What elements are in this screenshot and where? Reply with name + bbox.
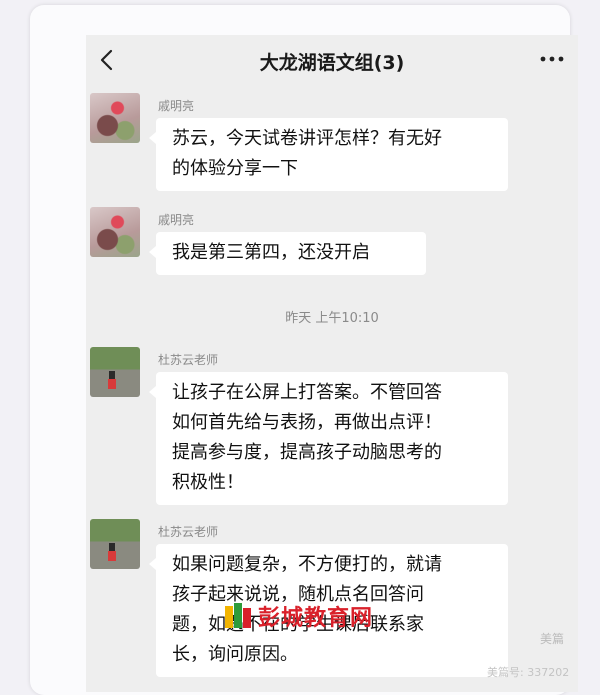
message-text: 提高参与度，提高孩子动脑思考的 [172, 442, 442, 463]
chat-header: 大龙湖语文组(3) [86, 35, 578, 87]
side-watermark: 美篇 [540, 632, 565, 646]
avatar[interactable] [90, 207, 140, 257]
watermark-text: 彭城教育网 [258, 606, 374, 631]
sender-name: 杜苏云老师 [158, 525, 219, 539]
message-text: 如何首先给与表扬，再做出点评！ [172, 412, 442, 433]
avatar[interactable] [90, 93, 140, 143]
watermark: 彭城教育网 [222, 598, 373, 634]
message-bubble[interactable]: 让孩子在公屏上打答案。不管回答 如何首先给与表扬，再做出点评！ 提高参与度，提高… [149, 372, 508, 505]
chat-title: 大龙湖语文组(3) [259, 52, 405, 74]
sender-name: 戚明亮 [158, 99, 195, 113]
chat-screen: 大龙湖语文组(3) 戚明亮 苏云，今天试卷讲评怎样？有无好 的体验分享一下 戚明… [86, 35, 578, 692]
message-text: 积极性！ [172, 472, 244, 493]
phone-frame: 大龙湖语文组(3) 戚明亮 苏云，今天试卷讲评怎样？有无好 的体验分享一下 戚明… [30, 5, 578, 695]
message-bubble[interactable]: 我是第三第四，还没开启 [149, 232, 426, 275]
message-text: 如果问题复杂，不方便打的，就请 [172, 554, 442, 575]
book-logo-icon [225, 603, 251, 628]
message-text: 长，询问原因。 [172, 644, 298, 665]
message-bubble[interactable]: 苏云，今天试卷讲评怎样？有无好 的体验分享一下 [149, 118, 508, 191]
avatar[interactable] [90, 347, 140, 397]
avatar[interactable] [90, 519, 140, 569]
side-watermark-id: 美篇号: 337202 [487, 666, 570, 679]
message-text: 苏云，今天试卷讲评怎样？有无好 [172, 128, 442, 149]
chevron-left-icon[interactable] [96, 48, 118, 72]
message-text: 我是第三第四，还没开启 [172, 242, 370, 263]
message-text: 让孩子在公屏上打答案。不管回答 [172, 382, 442, 403]
more-dots-icon[interactable] [538, 49, 566, 69]
sender-name: 杜苏云老师 [158, 353, 219, 367]
sender-name: 戚明亮 [158, 213, 195, 227]
timestamp: 昨天 上午10:10 [285, 311, 379, 326]
message-text: 的体验分享一下 [172, 158, 298, 179]
